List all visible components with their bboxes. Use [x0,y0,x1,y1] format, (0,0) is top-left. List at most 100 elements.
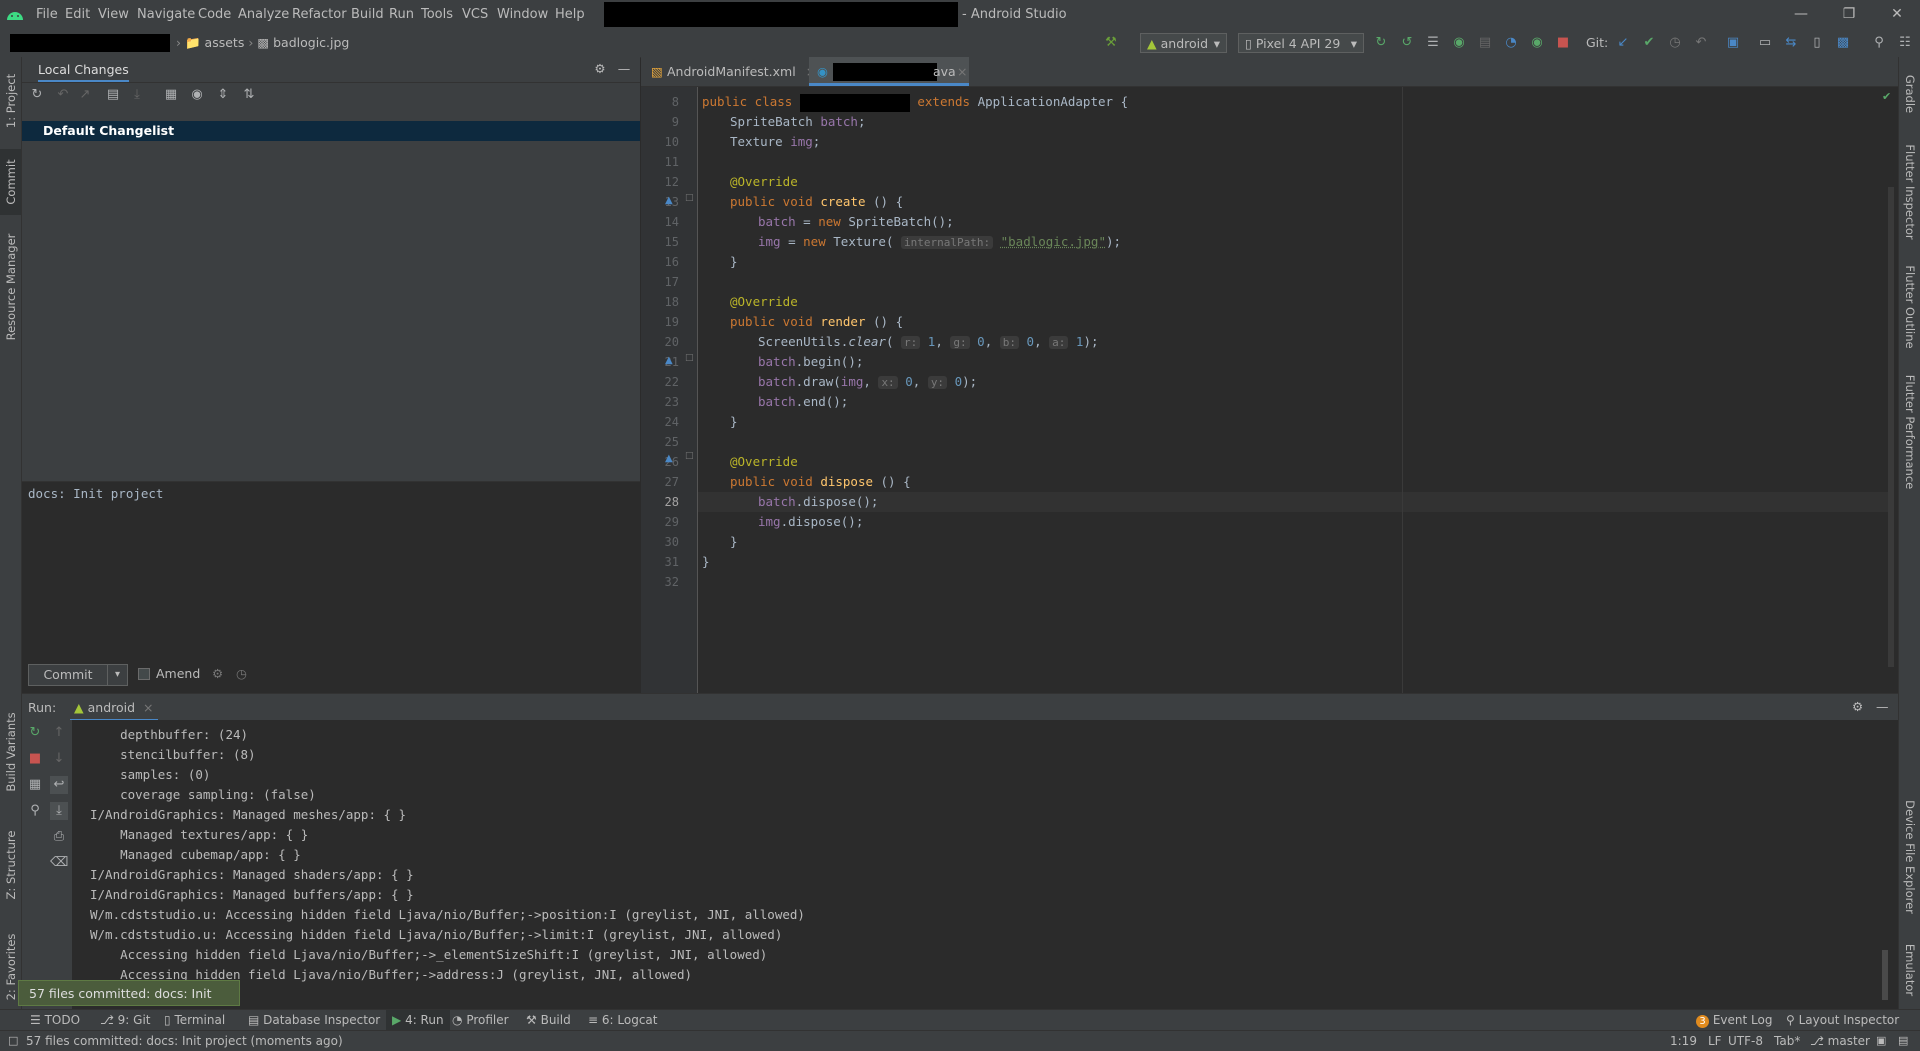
fold-marker-icon[interactable]: □ [685,353,694,363]
git-update-icon[interactable]: ↙ [1614,34,1632,52]
avd-manager-icon[interactable]: ▯ [1808,34,1826,52]
clock-history-icon[interactable]: ◷ [236,666,247,682]
menu-view[interactable]: View [98,0,129,29]
menu-build[interactable]: Build [351,0,384,29]
breadcrumb-file[interactable]: badlogic.jpg [273,35,349,50]
fold-marker-icon[interactable]: □ [685,451,694,461]
layout-icon[interactable]: ▭ [1756,34,1774,52]
menu-run[interactable]: Run [389,0,414,29]
lock-icon[interactable]: ▣ [1876,1031,1886,1051]
gear-icon[interactable]: ⚙ [1852,699,1863,715]
trash-icon[interactable]: ⌫ [50,854,68,872]
git-history-icon[interactable]: ◷ [1666,34,1684,52]
minimize-icon[interactable]: — [1778,0,1824,29]
show-diff-icon[interactable]: ▤ [104,86,122,104]
fold-marker-icon[interactable]: □ [685,193,694,203]
scroll-to-end-icon[interactable]: ⤓ [50,802,68,820]
group-by-icon[interactable]: ▦ [162,86,180,104]
hide-panel-icon[interactable]: — [1876,699,1889,715]
commit-message-area[interactable]: docs: Init project Commit ▾ Amend ⚙ ◷ [22,481,640,694]
breadcrumb-assets[interactable]: assets [205,35,245,50]
expand-all-icon[interactable]: ⇕ [214,86,232,104]
tool-tab-layout-inspector[interactable]: ⚲ Layout Inspector [1786,1010,1899,1030]
override-marker-icon[interactable]: ▲ [665,195,673,206]
tool-tab-terminal[interactable]: ▯ Terminal [164,1010,225,1030]
memory-indicator-icon[interactable]: ▤ [1898,1031,1908,1051]
git-branch[interactable]: ⎇ master [1810,1031,1870,1051]
tool-tab-device-file-explorer[interactable]: Device File Explorer [1899,792,1920,922]
tab-local-changes[interactable]: Local Changes [38,57,129,82]
status-message[interactable]: 57 files committed: docs: Init project (… [26,1031,343,1051]
file-encoding[interactable]: UTF-8 [1728,1031,1763,1051]
stop-icon[interactable]: ■ [1554,34,1572,52]
tool-tab-todo[interactable]: ☰ TODO [30,1010,80,1030]
menu-file[interactable]: File [36,0,58,29]
debug-icon[interactable]: ◉ [1450,34,1468,52]
menu-vcs[interactable]: VCS [462,0,488,29]
tool-tab-build[interactable]: ⚒ Build [526,1010,571,1030]
tool-tab-run[interactable]: ▶ 4: Run [386,1010,450,1030]
tool-tab-logcat[interactable]: ≡ 6: Logcat [588,1010,657,1030]
git-rollback-icon[interactable]: ↶ [1692,34,1710,52]
tool-tab-resource-manager[interactable]: Resource Manager [0,227,21,347]
tool-tab-project[interactable]: 1: Project [0,61,21,141]
tool-tab-git[interactable]: ⎇ 9: Git [100,1010,151,1030]
tool-tab-flutter-inspector[interactable]: Flutter Inspector [1899,137,1920,247]
tool-tab-commit[interactable]: Commit [0,149,21,215]
line-separator[interactable]: LF [1708,1031,1722,1051]
tool-tab-event-log[interactable]: 3 Event Log [1696,1010,1772,1030]
tool-tab-flutter-outline[interactable]: Flutter Outline [1899,257,1920,357]
run-configuration-select[interactable]: ▲ android ▾ [1140,33,1227,53]
menu-refactor[interactable]: Refactor [292,0,347,29]
status-panel-icon[interactable]: □ [8,1031,18,1051]
close-window-icon[interactable]: ✕ [1874,0,1920,29]
down-arrow-icon[interactable]: ↓ [50,750,68,768]
commit-button[interactable]: Commit [29,665,108,685]
tab-android-manifest[interactable]: ▧ AndroidManifest.xml × [649,57,827,86]
menu-edit[interactable]: Edit [65,0,90,29]
rerun-icon[interactable]: ↻ [26,724,44,742]
settings-sidebar-icon[interactable]: ☷ [1896,34,1914,52]
gradle-sync-icon[interactable]: ⇆ [1782,34,1800,52]
tool-tab-structure[interactable]: Z: Structure [0,817,21,912]
stop-icon[interactable]: ■ [26,750,44,768]
up-arrow-icon[interactable]: ↑ [50,724,68,742]
amend-checkbox[interactable] [138,668,150,680]
collapse-all-icon[interactable]: ⇅ [240,86,258,104]
menu-window[interactable]: Window [497,0,548,29]
tool-tab-database-inspector[interactable]: ▤ Database Inspector [248,1010,380,1030]
commit-options-gear-icon[interactable]: ⚙ [212,666,223,682]
code-editor[interactable]: public class extends ApplicationAdapter … [698,87,1898,693]
apply-code-changes-icon[interactable]: ☰ [1424,34,1442,52]
rollback-icon[interactable]: ↶ [54,86,72,104]
attach-debugger-icon[interactable]: ◉ [1528,34,1546,52]
close-tab-icon[interactable]: × [957,57,967,86]
commit-message-text[interactable]: docs: Init project [28,486,163,501]
git-commit-icon[interactable]: ✔ [1640,34,1658,52]
pin-icon[interactable]: ⚲ [26,802,44,820]
layout-icon[interactable]: ▦ [26,776,44,794]
menu-navigate[interactable]: Navigate [137,0,195,29]
move-to-changelist-icon[interactable]: ↗ [76,86,94,104]
hammer-build-icon[interactable]: ⚒ [1102,34,1120,52]
sdk-manager-icon[interactable]: ▩ [1834,34,1852,52]
gear-icon[interactable]: ⚙ [592,61,608,77]
menu-help[interactable]: Help [555,0,585,29]
console-scrollbar[interactable] [1882,950,1888,1000]
override-marker-icon[interactable]: ▲ [665,355,673,366]
tool-tab-build-variants[interactable]: Build Variants [0,702,21,802]
search-icon[interactable]: ⚲ [1870,34,1888,52]
menu-analyze[interactable]: Analyze [238,0,289,29]
apply-changes-icon[interactable]: ↺ [1398,34,1416,52]
device-select[interactable]: ▯ Pixel 4 API 29 ▾ [1238,33,1364,53]
print-icon[interactable]: ⎙ [50,828,68,846]
coverage-icon[interactable]: ▤ [1476,34,1494,52]
override-marker-icon[interactable]: ▲ [665,453,673,464]
restore-icon[interactable]: ❐ [1826,0,1872,29]
caret-position[interactable]: 1:19 [1670,1031,1697,1051]
commit-options-chevron-icon[interactable]: ▾ [108,665,127,685]
profile-icon[interactable]: ◔ [1502,34,1520,52]
changelist-default[interactable]: Default Changelist [22,121,640,141]
tool-tab-emulator[interactable]: Emulator [1899,932,1920,1007]
run-console[interactable]: depthbuffer: (24) stencilbuffer: (8) sam… [72,720,1898,1009]
